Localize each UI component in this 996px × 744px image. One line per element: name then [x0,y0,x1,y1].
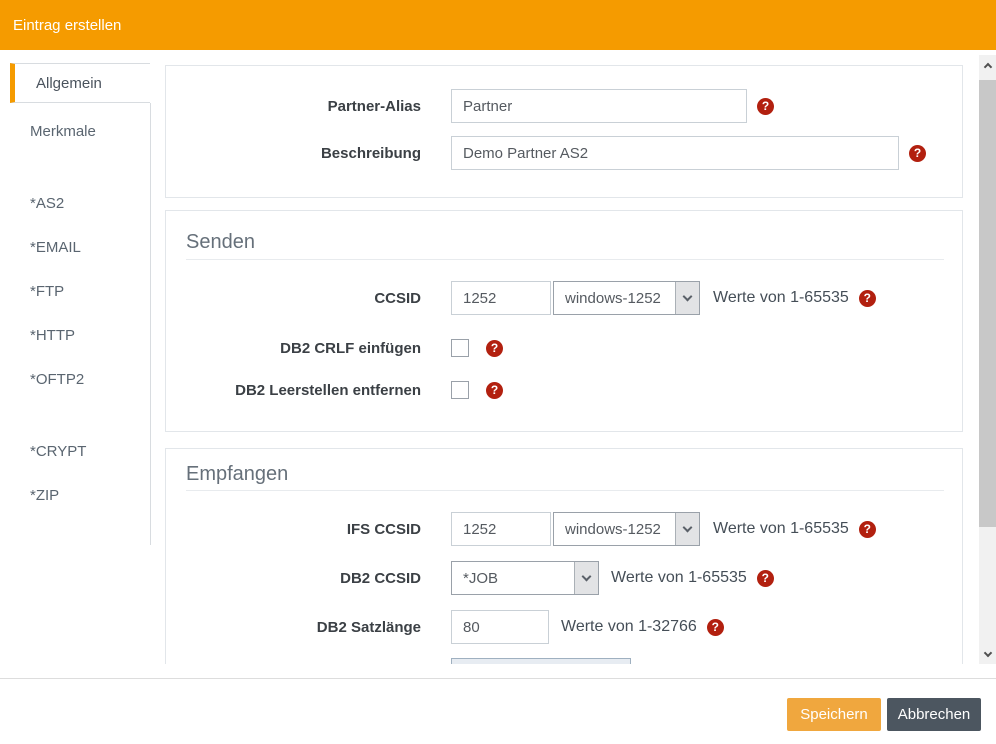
save-button[interactable]: Speichern [787,698,881,731]
sidebar-item-email[interactable]: *EMAIL [10,227,150,267]
db2-leerstellen-checkbox[interactable] [451,381,469,399]
help-icon[interactable]: ? [757,570,774,587]
ifs-ccsid-input[interactable] [451,512,551,546]
scrollbar[interactable] [979,55,996,664]
help-icon[interactable]: ? [909,145,926,162]
partner-alias-label: Partner-Alias [166,98,451,115]
sidebar-item-crypt[interactable]: *CRYPT [10,431,150,471]
db2-crlf-label: DB2 CRLF einfügen [166,340,451,357]
sidebar-item-label: *OFTP2 [30,371,84,388]
section-divider [186,259,944,260]
scrollbar-thumb[interactable] [979,80,996,527]
sidebar-item-http[interactable]: *HTTP [10,315,150,355]
db2-ccsid-select[interactable]: *JOB [451,561,599,595]
ifs-ccsid-hint: Werte von 1-65535 [713,520,849,538]
empfangen-section-title: Empfangen [186,463,288,486]
sidebar-item-as2[interactable]: *AS2 [10,183,150,223]
sidebar-item-label: Allgemein [36,75,102,92]
db2-satzlaenge-label: DB2 Satzlänge [166,619,451,636]
ccsid-encoding-value: windows-1252 [554,290,675,307]
ifs-ccsid-encoding-select[interactable]: windows-1252 [553,512,700,546]
partner-alias-input[interactable] [451,89,747,123]
general-panel: Partner-Alias ? Beschreibung ? [165,65,963,198]
chevron-down-icon [574,562,598,594]
sidebar-item-label: *FTP [30,283,64,300]
db2-ccsid-label: DB2 CCSID [166,570,451,587]
senden-section-title: Senden [186,231,255,254]
sidebar-item-label: *EMAIL [30,239,81,256]
ccsid-input[interactable] [451,281,551,315]
db2-satzlaenge-hint: Werte von 1-32766 [561,618,697,636]
sidebar-item-allgemein[interactable]: Allgemein [10,63,150,103]
ccsid-label: CCSID [166,290,451,307]
senden-panel: Senden CCSID windows-1252 Werte von 1-65… [165,210,963,432]
db2-satzlaenge-input[interactable] [451,610,549,644]
help-icon[interactable]: ? [859,290,876,307]
scroll-up-icon[interactable] [979,55,996,75]
beschreibung-label: Beschreibung [166,145,451,162]
section-divider [186,490,944,491]
dialog-title: Eintrag erstellen [13,17,121,34]
sidebar-item-oftp2[interactable]: *OFTP2 [10,359,150,399]
empfangen-panel: Empfangen IFS CCSID windows-1252 Werte v… [165,448,963,664]
help-icon[interactable]: ? [486,382,503,399]
beschreibung-input[interactable] [451,136,899,170]
help-icon[interactable]: ? [707,619,724,636]
sidebar-divider [150,103,151,545]
cancel-button[interactable]: Abbrechen [887,698,981,731]
sidebar-item-merkmale[interactable]: Merkmale [10,111,150,151]
ifs-ccsid-label: IFS CCSID [166,521,451,538]
chevron-down-icon [675,282,699,314]
dialog-footer: Speichern Abbrechen [0,678,996,744]
scroll-down-icon[interactable] [979,644,996,664]
sidebar-item-ftp[interactable]: *FTP [10,271,150,311]
ccsid-encoding-select[interactable]: windows-1252 [553,281,700,315]
chevron-down-icon [675,513,699,545]
help-icon[interactable]: ? [757,98,774,115]
sidebar-item-label: *AS2 [30,195,64,212]
clipped-next-field[interactable] [451,658,631,664]
sidebar-item-label: *CRYPT [30,443,86,460]
db2-leerstellen-label: DB2 Leerstellen entfernen [166,382,451,399]
db2-ccsid-value: *JOB [452,570,574,587]
sidebar-item-label: Merkmale [30,123,96,140]
help-icon[interactable]: ? [486,340,503,357]
ccsid-hint: Werte von 1-65535 [713,289,849,307]
db2-ccsid-hint: Werte von 1-65535 [611,569,747,587]
ifs-ccsid-encoding-value: windows-1252 [554,521,675,538]
dialog-header: Eintrag erstellen [0,0,996,50]
sidebar-item-label: *ZIP [30,487,59,504]
sidebar-item-zip[interactable]: *ZIP [10,475,150,515]
db2-crlf-checkbox[interactable] [451,339,469,357]
sidebar-item-label: *HTTP [30,327,75,344]
help-icon[interactable]: ? [859,521,876,538]
empfangen-panel-inner: Empfangen IFS CCSID windows-1252 Werte v… [165,448,963,664]
